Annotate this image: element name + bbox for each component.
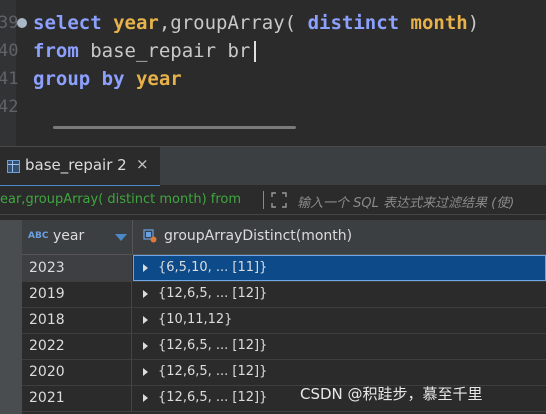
function-column-icon <box>143 229 157 243</box>
expand-arrow-icon[interactable] <box>143 290 148 298</box>
table-row[interactable]: 2023 {6,5,10, ... [11]} <box>22 255 546 282</box>
cell-value: {12,6,5, ... [12]} <box>158 390 268 405</box>
table-row[interactable]: 2020 {12,6,5, ... [12]} <box>22 359 546 386</box>
expand-icon[interactable] <box>270 191 288 209</box>
column-header-label: year <box>53 228 85 244</box>
code-text[interactable]: select year,groupArray( distinct month) <box>33 9 479 37</box>
code-text[interactable]: group by year <box>33 65 182 93</box>
code-token: ,groupArray( <box>158 12 308 34</box>
filter-divider <box>263 191 264 209</box>
editor-line[interactable]: 42 <box>0 93 546 121</box>
code-token: select <box>33 12 114 34</box>
code-token: ) <box>467 12 480 34</box>
expand-arrow-icon[interactable] <box>143 264 148 272</box>
cell-value: {12,6,5, ... [12]} <box>158 286 268 301</box>
cell-array[interactable]: {12,6,5, ... [12]} <box>133 281 546 307</box>
editor-line[interactable]: 41 group by year <box>0 65 546 93</box>
code-token: group <box>33 68 102 90</box>
results-tab-bar: base_repair 2 × <box>0 146 546 187</box>
code-token: distinct <box>307 12 411 34</box>
cell-year[interactable]: 2019 <box>22 281 132 307</box>
code-token: year <box>135 68 182 90</box>
tab-label: base_repair 2 <box>25 156 127 174</box>
cell-array[interactable]: {12,6,5, ... [12]} <box>133 333 546 359</box>
cell-array[interactable]: {12,6,5, ... [12]} <box>133 359 546 385</box>
cell-array[interactable]: {10,11,12} <box>133 307 546 333</box>
cell-value: {10,11,12} <box>158 312 233 327</box>
line-number: 42 <box>0 97 19 117</box>
sort-icon[interactable] <box>115 234 127 241</box>
table-row[interactable]: 2018 {10,11,12} <box>22 307 546 334</box>
cell-year[interactable]: 2022 <box>22 333 132 359</box>
close-icon[interactable]: × <box>136 155 149 173</box>
tab-results[interactable]: base_repair 2 × <box>0 147 160 187</box>
filter-input[interactable]: 输入一个 SQL 表达式来过滤结果 (使) <box>297 192 514 211</box>
query-text: ear,groupArray( distinct month) from <box>0 192 242 207</box>
expand-arrow-icon[interactable] <box>143 316 148 324</box>
cell-year[interactable]: 2023 <box>22 255 132 281</box>
column-header-label: groupArrayDistinct(month) <box>164 228 353 244</box>
expand-arrow-icon[interactable] <box>143 342 148 350</box>
code-token: month <box>410 12 468 34</box>
cell-value: {12,6,5, ... [12]} <box>158 338 268 353</box>
horizontal-scrollbar[interactable] <box>53 126 296 129</box>
editor-line[interactable]: 39 select year,groupArray( distinct mont… <box>0 9 546 37</box>
code-token: by <box>101 68 136 90</box>
editor-line[interactable]: 40 from base_repair br <box>0 37 546 65</box>
line-number: 39 <box>0 13 19 33</box>
row-number-column <box>0 220 22 414</box>
cell-array[interactable]: {6,5,10, ... [11]} <box>133 255 546 281</box>
column-header-year[interactable]: ABC year <box>22 220 133 255</box>
text-cursor <box>254 41 257 62</box>
table-row[interactable]: 2022 {12,6,5, ... [12]} <box>22 333 546 360</box>
fold-marker-icon[interactable] <box>17 18 27 28</box>
line-number: 40 <box>0 41 19 61</box>
cell-year[interactable]: 2021 <box>22 385 132 411</box>
cell-year[interactable]: 2020 <box>22 359 132 385</box>
code-text[interactable]: from base_repair br <box>33 37 257 65</box>
cell-value: {12,6,5, ... [12]} <box>158 364 268 379</box>
code-token: base_repair br <box>90 40 251 62</box>
expand-arrow-icon[interactable] <box>143 368 148 376</box>
string-type-icon: ABC <box>28 231 49 241</box>
expand-arrow-icon[interactable] <box>143 394 148 402</box>
watermark: CSDN @积跬步，慕至千里 <box>300 385 483 403</box>
table-grid-icon <box>7 160 20 173</box>
filter-bar: ear,groupArray( distinct month) from 输入一… <box>0 186 546 215</box>
cell-year[interactable]: 2018 <box>22 307 132 333</box>
cell-value: {6,5,10, ... [11]} <box>158 260 268 275</box>
code-token: year <box>113 12 159 34</box>
code-token: from <box>33 40 91 62</box>
table-row[interactable]: 2019 {12,6,5, ... [12]} <box>22 281 546 308</box>
sql-editor[interactable]: 39 select year,groupArray( distinct mont… <box>0 0 546 146</box>
column-header-array[interactable]: groupArrayDistinct(month) <box>133 220 546 255</box>
line-number: 41 <box>0 69 19 89</box>
